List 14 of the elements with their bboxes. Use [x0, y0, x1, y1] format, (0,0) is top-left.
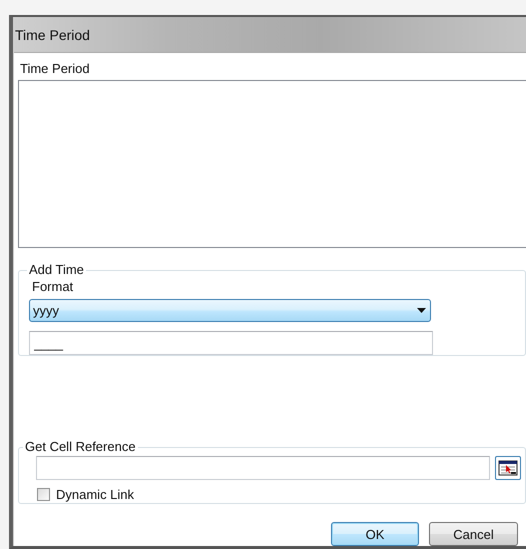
- cancel-button[interactable]: Cancel: [429, 522, 518, 546]
- cell-picker-button[interactable]: [495, 456, 521, 480]
- ok-button[interactable]: OK: [331, 522, 419, 546]
- format-label: Format: [32, 279, 74, 296]
- dynamic-link-checkbox[interactable]: [37, 488, 50, 502]
- format-dropdown[interactable]: yyyy: [29, 299, 431, 322]
- cell-reference-field[interactable]: [36, 456, 490, 480]
- checkbox-label: Dynamic Link: [56, 486, 134, 503]
- list-label: Time Period: [20, 61, 90, 77]
- cell-select-icon: [498, 460, 518, 476]
- preview-field[interactable]: ____: [29, 331, 433, 356]
- window-title: Time Period: [15, 26, 90, 42]
- dropdown-value: yyyy: [33, 303, 59, 318]
- caret-icon: [417, 308, 426, 314]
